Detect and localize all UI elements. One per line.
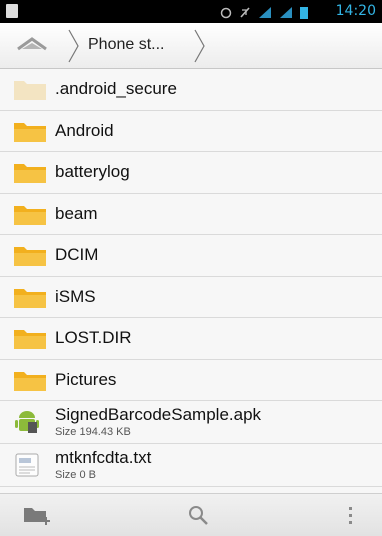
list-item[interactable]: mtknfcdta.txt Size 0 B (0, 444, 382, 487)
signal-1-icon (259, 7, 271, 18)
folder-icon (14, 288, 46, 308)
folder-icon (14, 81, 46, 100)
file-name: iSMS (55, 286, 96, 306)
breadcrumb-phone-storage[interactable]: Phone st... (70, 29, 205, 63)
breadcrumb-label: Phone st... (88, 36, 165, 53)
file-list: .android_secure Android batterylog beam … (0, 69, 382, 487)
list-item[interactable]: beam (0, 193, 382, 235)
new-folder-icon[interactable] (22, 504, 54, 526)
alarm-icon (220, 7, 232, 19)
file-name: mtknfcdta.txt (55, 448, 152, 467)
file-name: batterylog (55, 162, 130, 181)
list-item[interactable]: Pictures (0, 359, 382, 401)
file-name: Pictures (55, 369, 117, 389)
folder-icon (14, 330, 46, 349)
file-name: LOST.DIR (55, 328, 132, 347)
list-item[interactable]: DCIM (0, 235, 382, 277)
search-icon[interactable] (186, 504, 212, 526)
notification-icon (6, 4, 18, 18)
clock: 14:20 (335, 3, 376, 19)
android-apk-icon (15, 411, 39, 433)
folder-icon (14, 205, 46, 225)
status-icons (220, 4, 308, 19)
folder-icon (14, 122, 46, 142)
folder-icon (14, 371, 46, 391)
folder-icon (14, 164, 46, 183)
folder-icon (14, 247, 46, 266)
bottom-toolbar (0, 493, 382, 536)
battery-icon (300, 7, 308, 19)
path-bar: Phone st... (0, 23, 382, 69)
signal-2-icon (280, 7, 292, 18)
list-item[interactable]: .android_secure (0, 69, 382, 111)
file-name: DCIM (55, 245, 99, 264)
file-name: Android (55, 120, 114, 140)
file-name: .android_secure (55, 79, 177, 98)
mute-icon (240, 7, 250, 18)
file-size: Size 0 B (55, 469, 96, 481)
list-item[interactable]: iSMS (0, 276, 382, 318)
list-item[interactable]: Android (0, 110, 382, 152)
overflow-menu-icon[interactable] (346, 504, 356, 526)
home-icon[interactable] (12, 35, 52, 57)
list-item[interactable]: batterylog (0, 152, 382, 194)
status-bar: 14:20 (0, 0, 382, 23)
list-item[interactable]: SignedBarcodeSample.apk Size 194.43 KB (0, 401, 382, 444)
file-name: beam (55, 203, 98, 223)
file-size: Size 194.43 KB (55, 426, 131, 438)
file-name: SignedBarcodeSample.apk (55, 405, 262, 424)
list-item[interactable]: LOST.DIR (0, 318, 382, 360)
text-file-icon (15, 453, 39, 477)
separator-icon (194, 29, 205, 63)
